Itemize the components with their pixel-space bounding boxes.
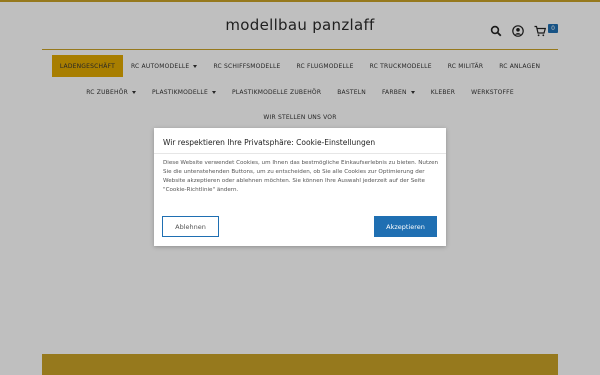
cookie-dialog-title: Wir respektieren Ihre Privatsphäre: Cook…	[163, 138, 376, 147]
accept-cookies-button[interactable]: Akzeptieren	[374, 216, 437, 237]
cookie-dialog-divider	[154, 153, 446, 154]
cookie-dialog-text: Diese Website verwendet Cookies, um Ihne…	[163, 160, 439, 193]
cookie-consent-dialog: Wir respektieren Ihre Privatsphäre: Cook…	[154, 128, 446, 246]
reject-cookies-button[interactable]: Ablehnen	[162, 216, 219, 237]
